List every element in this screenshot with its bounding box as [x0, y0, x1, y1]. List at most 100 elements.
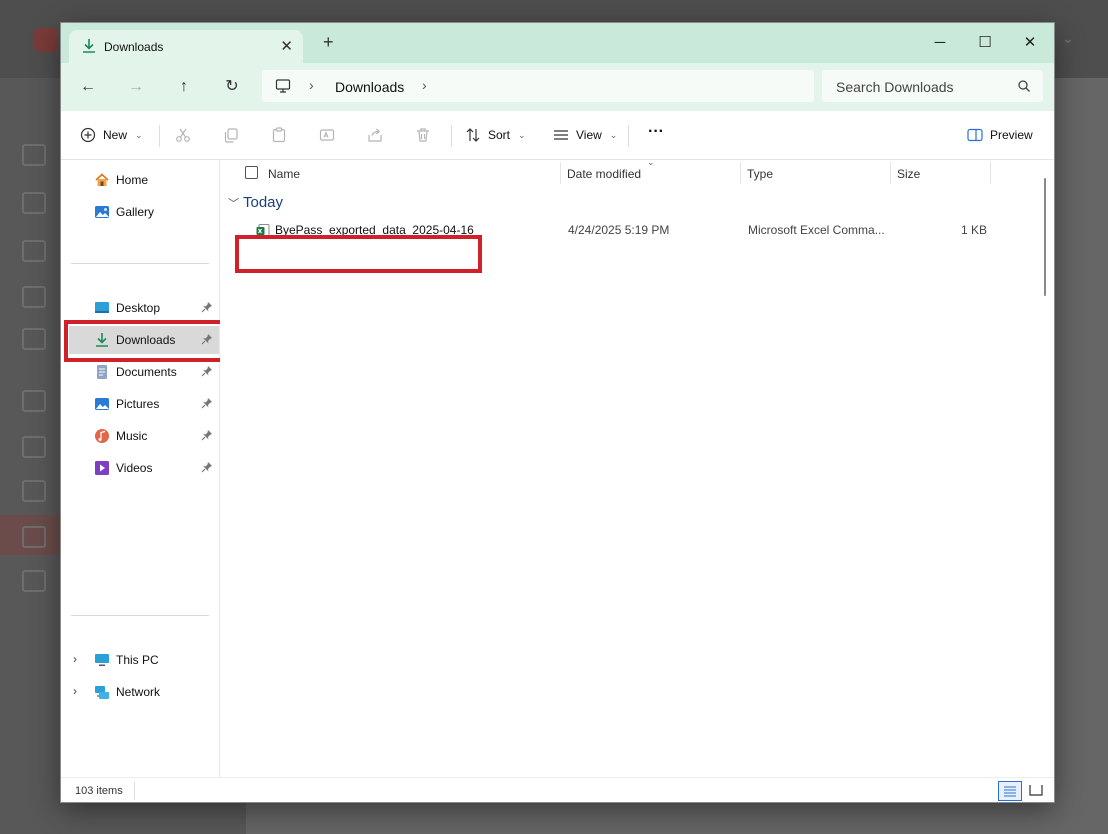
new-tab-button[interactable]: +: [323, 32, 334, 53]
view-button[interactable]: View ⌄: [552, 125, 617, 145]
copy-icon: [224, 128, 238, 143]
sidebar-item-gallery[interactable]: Gallery: [61, 198, 219, 226]
sidebar-item-label: Documents: [116, 365, 177, 379]
sidebar-item-desktop[interactable]: Desktop: [61, 294, 219, 322]
sidebar-item-label: Pictures: [116, 397, 160, 411]
details-view-button[interactable]: [998, 781, 1022, 801]
close-window-button[interactable]: ✕: [1007, 29, 1053, 57]
pin-icon[interactable]: [201, 461, 213, 473]
column-divider[interactable]: [990, 162, 991, 184]
file-explorer-window: Downloads ✕ + ─ ☐ ✕ ← → ↑ ↻ › Downloads …: [61, 23, 1054, 802]
sidebar-item-pictures[interactable]: Pictures: [61, 390, 219, 418]
delete-button[interactable]: [414, 125, 432, 145]
search-placeholder: Search Downloads: [836, 79, 954, 95]
item-count: 103 items: [75, 785, 123, 797]
cut-button[interactable]: [174, 125, 192, 145]
sort-label: Sort: [488, 128, 511, 142]
column-header-size[interactable]: Size: [897, 167, 920, 181]
column-divider[interactable]: [740, 162, 741, 184]
preview-button[interactable]: Preview: [966, 125, 1033, 145]
breadcrumb-downloads[interactable]: Downloads: [335, 79, 404, 95]
background-icon: [22, 390, 46, 412]
column-header-date-modified[interactable]: Date modified: [567, 167, 641, 181]
forward-button[interactable]: →: [124, 75, 148, 99]
pictures-icon: [95, 398, 109, 410]
sort-button[interactable]: Sort ⌄: [464, 125, 526, 145]
rename-icon: [319, 129, 335, 141]
background-icon: [22, 480, 46, 502]
navigation-bar: ← → ↑ ↻ › Downloads › Search Downloads: [61, 63, 1054, 111]
sidebar-item-network[interactable]: › Network: [61, 678, 219, 706]
sidebar-item-this-pc[interactable]: › This PC: [61, 646, 219, 674]
share-button[interactable]: [366, 125, 384, 145]
chevron-down-icon: ⌄: [135, 129, 143, 140]
sidebar-item-label: Music: [116, 429, 148, 443]
background-app-logo: [34, 28, 58, 52]
background-icon: [22, 570, 46, 592]
chevron-down-icon: ⌄: [609, 129, 618, 140]
vertical-scrollbar[interactable]: [1044, 178, 1046, 296]
sort-icon: [466, 128, 480, 142]
column-divider[interactable]: [560, 162, 561, 184]
column-header-type[interactable]: Type: [747, 167, 773, 181]
chevron-right-icon[interactable]: ›: [73, 684, 77, 698]
pc-icon: [275, 79, 291, 93]
group-header-today[interactable]: ﹀ Today: [228, 194, 283, 211]
background-icon: [22, 144, 46, 166]
navigation-pane: Home Gallery Desktop Downloads Documents…: [61, 160, 220, 777]
paste-button[interactable]: [270, 125, 288, 145]
chevron-down-icon: ⌄: [518, 129, 526, 140]
file-list: Name ⌄ Date modified Type Size ﹀ Today By…: [220, 157, 1054, 777]
pin-icon[interactable]: [201, 365, 213, 377]
column-divider[interactable]: [890, 162, 891, 184]
sidebar-item-label: Network: [116, 685, 161, 699]
copy-button[interactable]: [222, 125, 240, 145]
refresh-button[interactable]: ↻: [220, 75, 244, 99]
cut-icon: [176, 128, 190, 142]
search-input[interactable]: Search Downloads: [822, 70, 1043, 102]
maximize-button[interactable]: ☐: [962, 29, 1008, 57]
highlight-box-file: [235, 235, 482, 273]
sidebar-item-label: Gallery: [116, 205, 155, 219]
chevron-right-icon[interactable]: ›: [422, 77, 427, 93]
address-bar[interactable]: › Downloads ›: [262, 70, 814, 102]
sidebar-item-home[interactable]: Home: [61, 166, 219, 194]
more-options-button[interactable]: ···: [648, 122, 664, 142]
column-header-name[interactable]: Name: [268, 167, 300, 181]
divider: [71, 615, 209, 616]
background-icon: [22, 526, 46, 548]
pin-icon[interactable]: [201, 429, 213, 441]
background-icon: [22, 240, 46, 262]
share-icon: [368, 128, 382, 142]
tab-downloads[interactable]: Downloads ✕: [69, 30, 303, 64]
videos-icon: [95, 461, 109, 475]
documents-icon: [97, 365, 107, 379]
pin-icon[interactable]: [201, 397, 213, 409]
chevron-right-icon[interactable]: ›: [73, 652, 77, 666]
preview-label: Preview: [990, 128, 1033, 142]
chevron-right-icon[interactable]: ›: [309, 77, 314, 93]
sidebar-item-videos[interactable]: Videos: [61, 454, 219, 482]
new-button[interactable]: New ⌄: [79, 125, 143, 145]
sidebar-item-music[interactable]: Music: [61, 422, 219, 450]
up-button[interactable]: ↑: [172, 75, 196, 99]
highlight-box-sidebar: [64, 320, 226, 362]
paste-icon: [272, 127, 286, 143]
separator: [628, 125, 629, 147]
select-all-checkbox[interactable]: [245, 166, 258, 179]
file-type: Microsoft Excel Comma...: [748, 223, 885, 237]
back-button[interactable]: ←: [76, 75, 100, 99]
rename-button[interactable]: [318, 125, 336, 145]
close-tab-button[interactable]: ✕: [280, 37, 293, 55]
column-header-row: Name ⌄ Date modified Type Size: [220, 157, 1054, 186]
divider: [71, 263, 209, 264]
pin-icon[interactable]: [201, 301, 213, 313]
sidebar-item-documents[interactable]: Documents: [61, 358, 219, 386]
minimize-button[interactable]: ─: [917, 29, 963, 57]
view-label: View: [576, 128, 602, 142]
plus-circle-icon: [80, 127, 96, 143]
tiles-view-button[interactable]: [1025, 781, 1049, 801]
chevron-down-icon: ﹀: [228, 198, 239, 210]
delete-icon: [417, 128, 429, 142]
sidebar-item-label: Videos: [116, 461, 153, 475]
